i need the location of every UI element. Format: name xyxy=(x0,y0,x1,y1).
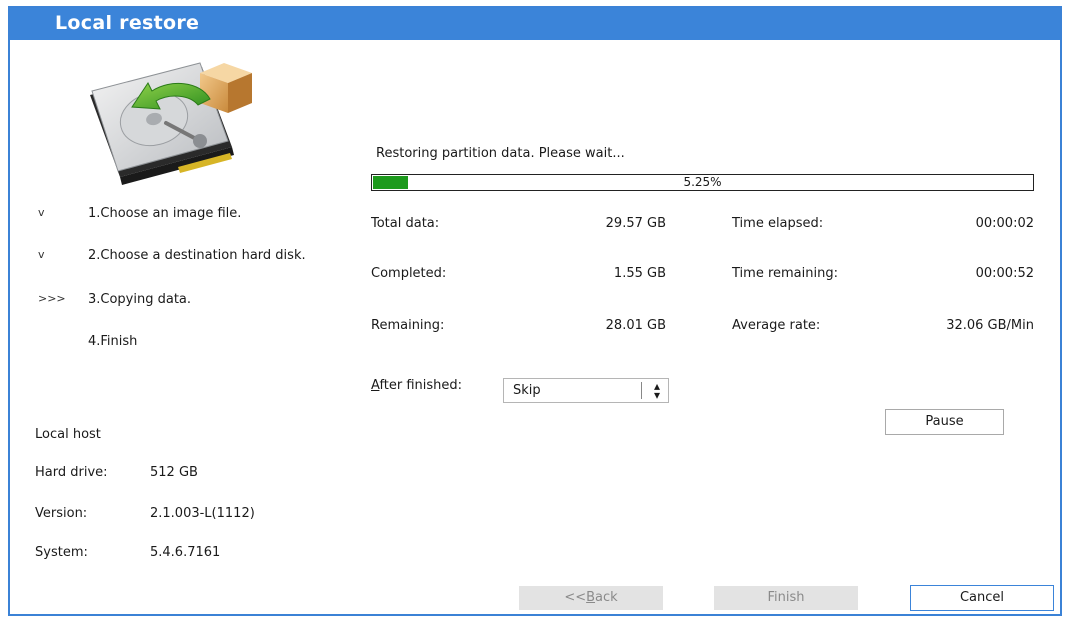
remaining-value: 28.01 GB xyxy=(605,318,666,333)
title-bar: Local restore xyxy=(10,8,1060,40)
hard-drive-value: 512 GB xyxy=(150,465,198,480)
status-text: Restoring partition data. Please wait... xyxy=(376,146,625,161)
step-label: 1.Choose an image file. xyxy=(88,206,242,221)
step-label: 4.Finish xyxy=(88,334,138,349)
back-accel: B xyxy=(586,590,596,605)
step-done-mark: v xyxy=(38,206,45,219)
total-data-value: 29.57 GB xyxy=(605,216,666,231)
step-done-mark: v xyxy=(38,248,45,261)
after-finished-value: Skip xyxy=(513,383,541,398)
after-finished-select[interactable]: Skip ▴ ▾ xyxy=(503,378,669,403)
local-host-heading: Local host xyxy=(35,427,101,442)
average-rate-value: 32.06 GB/Min xyxy=(946,318,1034,333)
version-label: Version: xyxy=(35,506,88,521)
system-label: System: xyxy=(35,545,88,560)
version-value: 2.1.003-L(1112) xyxy=(150,506,255,521)
select-divider xyxy=(641,382,642,399)
local-restore-window: Local restore v 1.Choose an image file. … xyxy=(8,6,1062,616)
hard-disk-restore-icon xyxy=(90,62,252,185)
pause-button[interactable]: Pause xyxy=(885,409,1004,435)
time-remaining-label: Time remaining: xyxy=(732,266,838,281)
window-title: Local restore xyxy=(55,12,200,34)
progress-percent: 5.25% xyxy=(683,175,722,189)
back-prefix: << xyxy=(564,590,587,605)
total-data-label: Total data: xyxy=(371,216,440,231)
finish-button[interactable]: Finish xyxy=(714,586,858,610)
updown-arrows-icon: ▴ ▾ xyxy=(653,379,660,402)
time-elapsed-label: Time elapsed: xyxy=(732,216,824,231)
average-rate-label: Average rate: xyxy=(732,318,821,333)
completed-label: Completed: xyxy=(371,266,447,281)
time-remaining-value: 00:00:52 xyxy=(975,266,1034,281)
system-value: 5.4.6.7161 xyxy=(150,545,221,560)
cancel-button[interactable]: Cancel xyxy=(910,585,1054,611)
hard-drive-label: Hard drive: xyxy=(35,465,108,480)
after-finished-label: After finished: xyxy=(371,378,462,393)
step-label: 3.Copying data. xyxy=(88,292,192,307)
progress-bar: 5.25% xyxy=(371,174,1034,191)
completed-value: 1.55 GB xyxy=(613,266,666,281)
time-elapsed-value: 00:00:02 xyxy=(975,216,1034,231)
remaining-label: Remaining: xyxy=(371,318,445,333)
after-finished-label-text: fter finished: xyxy=(379,378,463,393)
back-label: ack xyxy=(595,590,618,605)
back-button[interactable]: <<Back xyxy=(519,586,663,610)
step-current-mark: >>> xyxy=(38,292,66,305)
step-label: 2.Choose a destination hard disk. xyxy=(88,248,306,263)
